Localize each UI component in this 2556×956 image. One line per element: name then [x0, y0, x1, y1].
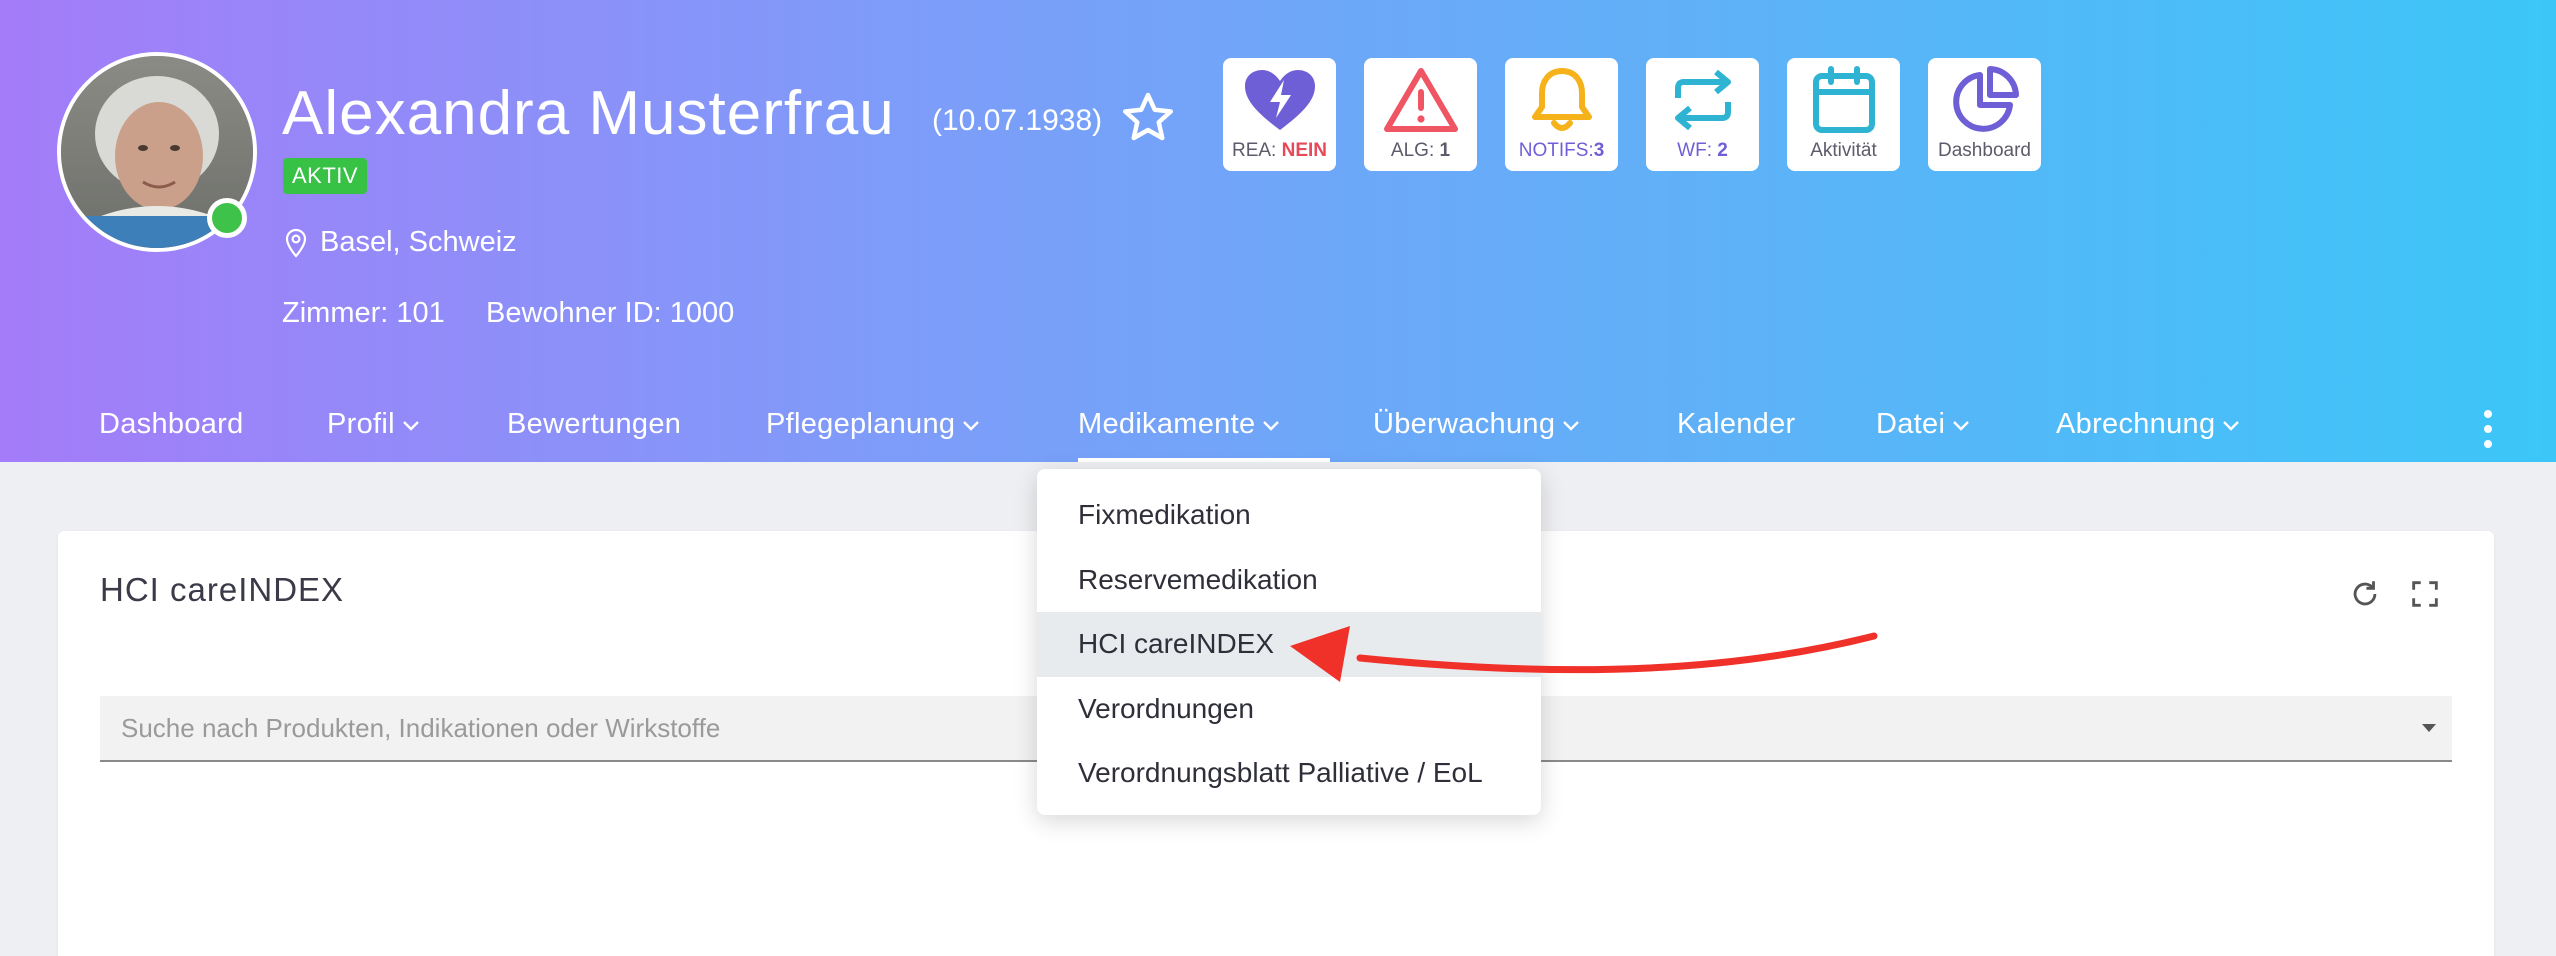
tile-wf-value: 2	[1717, 140, 1728, 161]
nav-kalender[interactable]: Kalender	[1677, 408, 1796, 441]
chevron-down-icon	[1563, 420, 1580, 431]
patient-name: Alexandra Musterfrau	[282, 79, 895, 148]
nav-ueberwachung[interactable]: Überwachung	[1373, 408, 1581, 441]
warning-triangle-icon	[1383, 68, 1458, 132]
nav-ueberwachung-label: Überwachung	[1373, 408, 1556, 440]
chevron-down-icon	[963, 420, 980, 431]
chevron-down-icon	[403, 420, 419, 431]
menu-item-fixmedikation[interactable]: Fixmedikation	[1037, 483, 1541, 548]
tile-dashboard-label: Dashboard	[1938, 140, 2031, 161]
nav-active-indicator	[1078, 458, 1330, 462]
tile-alg-label: ALG:	[1390, 140, 1440, 161]
favorite-star-icon[interactable]	[1118, 88, 1178, 148]
nav-bewertungen[interactable]: Bewertungen	[507, 408, 681, 441]
status-badge: AKTIV	[283, 158, 368, 194]
patient-location: Basel, Schweiz	[284, 226, 517, 259]
tile-activity-label: Aktivität	[1810, 140, 1877, 161]
nav-pflegeplanung-label: Pflegeplanung	[766, 408, 956, 440]
chevron-down-icon	[2223, 420, 2240, 431]
menu-item-verordnungsblatt-palliative[interactable]: Verordnungsblatt Palliative / EoL	[1037, 741, 1541, 806]
nav-datei-label: Datei	[1876, 408, 1946, 440]
nav-kalender-label: Kalender	[1677, 408, 1796, 440]
online-status-dot	[207, 198, 247, 238]
repeat-arrows-icon	[1674, 69, 1731, 131]
tile-workflows[interactable]: WF: 2	[1646, 58, 1759, 171]
tile-notifs-value: 3	[1593, 140, 1605, 161]
menu-item-reservemedikation[interactable]: Reservemedikation	[1037, 548, 1541, 613]
pie-chart-icon	[1952, 66, 2019, 132]
chevron-down-icon	[1263, 420, 1280, 431]
card-title: HCI careINDEX	[100, 571, 345, 608]
calendar-icon	[1812, 66, 1875, 133]
tile-allergies[interactable]: ALG: 1	[1364, 58, 1477, 171]
tile-rea-label: REA:	[1231, 140, 1282, 161]
tile-activity[interactable]: Aktivität	[1787, 58, 1900, 171]
annotation-arrow	[1290, 626, 1878, 682]
tile-resuscitation[interactable]: REA: NEIN	[1223, 58, 1336, 171]
nav-abrechnung-label: Abrechnung	[2056, 408, 2216, 440]
tile-dashboard[interactable]: Dashboard	[1928, 58, 2041, 171]
refresh-icon[interactable]	[2348, 577, 2382, 611]
tile-notifications[interactable]: NOTIFS:3	[1505, 58, 1618, 171]
chevron-down-icon	[1953, 420, 1970, 431]
nav-dashboard-label: Dashboard	[99, 408, 244, 440]
nav-profil-label: Profil	[327, 408, 395, 440]
location-pin-icon	[285, 228, 307, 258]
bell-icon	[1531, 68, 1592, 131]
tile-alg-value: 1	[1439, 140, 1451, 161]
nav-bewertungen-label: Bewertungen	[507, 408, 682, 440]
nav-pflegeplanung[interactable]: Pflegeplanung	[766, 408, 981, 441]
tile-notifs-label: NOTIFS:	[1518, 140, 1594, 161]
caret-down-icon[interactable]	[2420, 722, 2438, 734]
fullscreen-icon[interactable]	[2408, 577, 2442, 611]
tile-rea-value: NEIN	[1281, 140, 1328, 161]
resident-id: Bewohner ID: 1000	[486, 297, 735, 329]
main-navigation: Dashboard Profil Bewertungen Pflegeplanu…	[0, 394, 2556, 462]
tile-wf-label: WF:	[1677, 140, 1718, 161]
quick-status-tiles: REA: NEIN ALG: 1 NOTIFS:3 WF: 2 Aktivitä…	[1223, 58, 2041, 171]
nav-datei[interactable]: Datei	[1876, 408, 1971, 441]
nav-abrechnung[interactable]: Abrechnung	[2056, 408, 2241, 441]
nav-medikamente[interactable]: Medikamente	[1078, 408, 1281, 441]
avatar	[57, 52, 257, 252]
location-text: Basel, Schweiz	[320, 226, 517, 258]
nav-profil[interactable]: Profil	[327, 408, 421, 441]
room-number: Zimmer: 101	[282, 297, 445, 329]
heart-bolt-icon	[1244, 70, 1315, 130]
nav-dashboard[interactable]: Dashboard	[99, 408, 244, 441]
patient-dob: (10.07.1938)	[932, 104, 1103, 137]
nav-medikamente-label: Medikamente	[1078, 408, 1256, 440]
more-options-icon[interactable]	[2482, 408, 2494, 450]
patient-header: Alexandra Musterfrau (10.07.1938) AKTIV …	[0, 0, 2556, 462]
